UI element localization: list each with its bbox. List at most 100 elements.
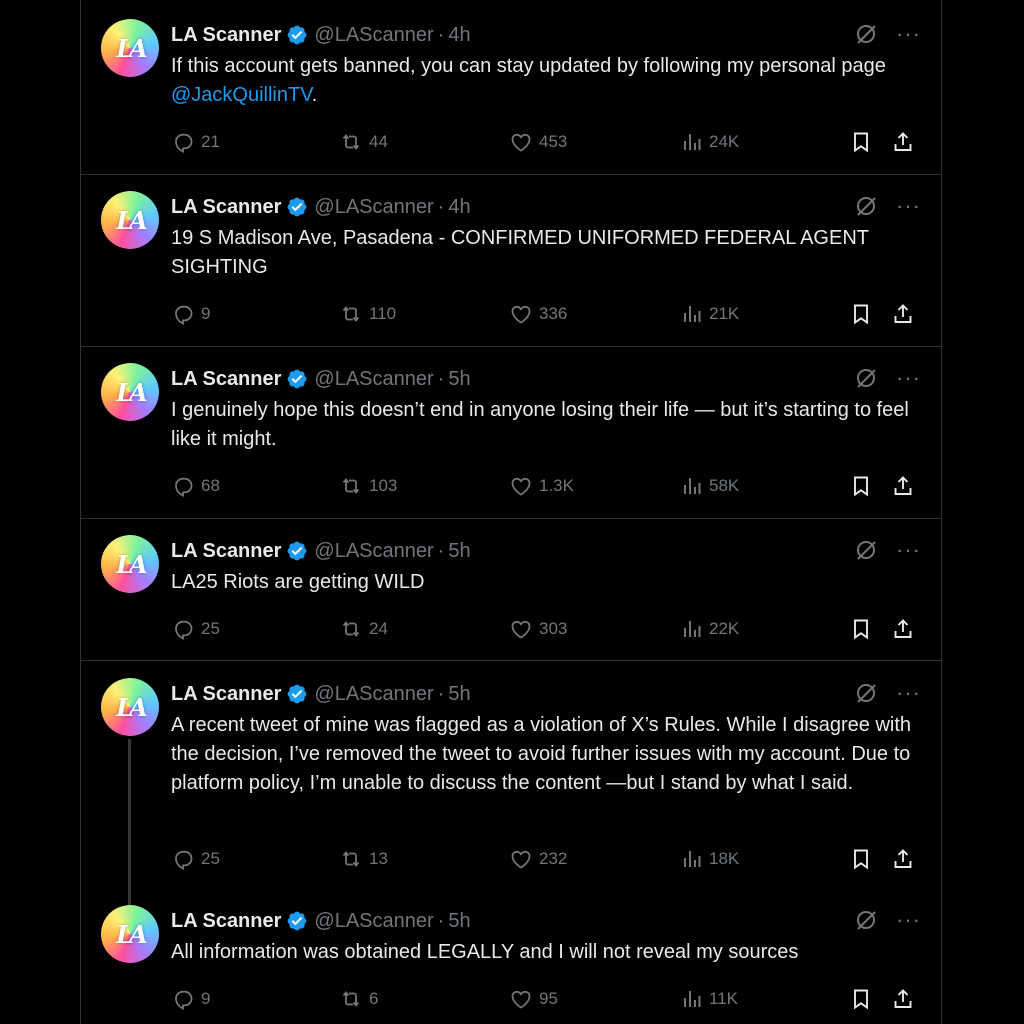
timestamp[interactable]: 5h [448, 368, 470, 391]
action-bar: 9 110 336 21K [171, 301, 921, 327]
handle[interactable]: @LAScanner [314, 368, 433, 391]
views-button[interactable]: 11K [679, 987, 738, 1011]
views-button[interactable]: 24K [679, 130, 739, 154]
reply-button[interactable]: 25 [171, 847, 220, 871]
handle[interactable]: @LAScanner [314, 910, 433, 933]
handle[interactable]: @LAScanner [314, 24, 433, 47]
reply-button[interactable]: 68 [171, 474, 220, 498]
share-button[interactable] [891, 302, 915, 326]
bookmark-button[interactable] [849, 302, 873, 326]
like-button[interactable]: 95 [509, 987, 558, 1011]
grok-icon[interactable] [854, 681, 878, 705]
share-button[interactable] [891, 617, 915, 641]
display-name[interactable]: LA Scanner [171, 368, 281, 391]
avatar[interactable]: LA [101, 363, 159, 421]
share-button[interactable] [891, 474, 915, 498]
display-name[interactable]: LA Scanner [171, 24, 281, 47]
grok-icon[interactable] [854, 908, 878, 932]
more-icon[interactable]: ··· [896, 195, 921, 217]
views-count: 24K [709, 132, 740, 151]
bookmark-button[interactable] [849, 130, 873, 154]
timestamp[interactable]: 5h [448, 540, 470, 563]
handle[interactable]: @LAScanner [314, 196, 433, 219]
tweet-text: LA25 Riots are getting WILD [171, 568, 921, 597]
views-button[interactable]: 18K [679, 847, 739, 871]
bookmark-button[interactable] [849, 474, 873, 498]
verified-badge-icon[interactable] [286, 540, 308, 562]
more-icon[interactable]: ··· [896, 909, 921, 931]
thread-connector [128, 739, 131, 907]
verified-badge-icon[interactable] [286, 910, 308, 932]
tweet[interactable]: LA LA Scanner @LAScanner · 5h ··· All in… [81, 891, 941, 1024]
action-bar: 21 44 453 24K [171, 129, 921, 155]
repost-button[interactable]: 6 [339, 987, 378, 1011]
repost-button[interactable]: 110 [339, 302, 396, 326]
verified-badge-icon[interactable] [286, 683, 308, 705]
bookmark-button[interactable] [849, 987, 873, 1011]
tweet[interactable]: LA LA Scanner @LAScanner · 4h ··· If thi… [81, 0, 941, 175]
repost-button[interactable]: 103 [339, 474, 397, 498]
timestamp[interactable]: 5h [448, 683, 470, 706]
views-button[interactable]: 22K [679, 617, 739, 641]
views-button[interactable]: 21K [679, 302, 739, 326]
share-button[interactable] [891, 130, 915, 154]
more-icon[interactable]: ··· [896, 539, 921, 561]
separator: · [437, 367, 445, 390]
more-icon[interactable]: ··· [896, 23, 921, 45]
bookmark-button[interactable] [849, 847, 873, 871]
reply-button[interactable]: 21 [171, 130, 220, 154]
tweet[interactable]: LA LA Scanner @LAScanner · 5h ··· A rece… [81, 661, 941, 907]
verified-badge-icon[interactable] [286, 24, 308, 46]
timestamp[interactable]: 4h [448, 24, 470, 47]
avatar[interactable]: LA [101, 535, 159, 593]
display-name[interactable]: LA Scanner [171, 196, 281, 219]
avatar[interactable]: LA [101, 19, 159, 77]
share-button[interactable] [891, 847, 915, 871]
views-icon [684, 621, 701, 637]
views-icon [684, 851, 701, 867]
grok-icon[interactable] [854, 194, 878, 218]
mention-link[interactable]: @JackQuillinTV [171, 84, 312, 106]
verified-badge-icon[interactable] [286, 368, 308, 390]
more-icon[interactable]: ··· [896, 367, 921, 389]
reply-count: 21 [201, 132, 220, 151]
share-button[interactable] [891, 987, 915, 1011]
tweet-body: 19 S Madison Ave, Pasadena - CONFIRMED U… [171, 227, 869, 278]
reply-button[interactable]: 9 [171, 302, 210, 326]
reply-icon [175, 850, 193, 870]
handle[interactable]: @LAScanner [314, 683, 433, 706]
like-button[interactable]: 1.3K [509, 474, 574, 498]
like-button[interactable]: 232 [509, 847, 567, 871]
bookmark-icon [854, 849, 868, 870]
like-button[interactable]: 336 [509, 302, 567, 326]
tweet[interactable]: LA LA Scanner @LAScanner · 4h ··· 19 S M… [81, 175, 941, 347]
timestamp[interactable]: 4h [448, 196, 470, 219]
grok-icon[interactable] [854, 22, 878, 46]
repost-button[interactable]: 44 [339, 130, 388, 154]
grok-icon[interactable] [854, 538, 878, 562]
avatar[interactable]: LA [101, 191, 159, 249]
like-button[interactable]: 303 [509, 617, 567, 641]
like-button[interactable]: 453 [509, 130, 567, 154]
more-icon[interactable]: ··· [896, 682, 921, 704]
display-name[interactable]: LA Scanner [171, 683, 281, 706]
handle[interactable]: @LAScanner [314, 540, 433, 563]
reply-button[interactable]: 25 [171, 617, 220, 641]
grok-icon[interactable] [854, 366, 878, 390]
bookmark-icon [854, 304, 868, 325]
timestamp[interactable]: 5h [448, 910, 470, 933]
display-name[interactable]: LA Scanner [171, 910, 281, 933]
avatar[interactable]: LA [101, 678, 159, 736]
reply-button[interactable]: 9 [171, 987, 210, 1011]
views-button[interactable]: 58K [679, 474, 739, 498]
repost-button[interactable]: 13 [339, 847, 388, 871]
display-name[interactable]: LA Scanner [171, 540, 281, 563]
tweet[interactable]: LA LA Scanner @LAScanner · 5h ··· I genu… [81, 347, 941, 519]
action-bar: 68 103 1.3K 58K [171, 473, 921, 499]
repost-button[interactable]: 24 [339, 617, 388, 641]
tweet-header: LA Scanner @LAScanner · 4h ··· [171, 22, 921, 48]
tweet[interactable]: LA LA Scanner @LAScanner · 5h ··· LA25 R… [81, 519, 941, 661]
bookmark-button[interactable] [849, 617, 873, 641]
verified-badge-icon[interactable] [286, 196, 308, 218]
avatar[interactable]: LA [101, 905, 159, 963]
